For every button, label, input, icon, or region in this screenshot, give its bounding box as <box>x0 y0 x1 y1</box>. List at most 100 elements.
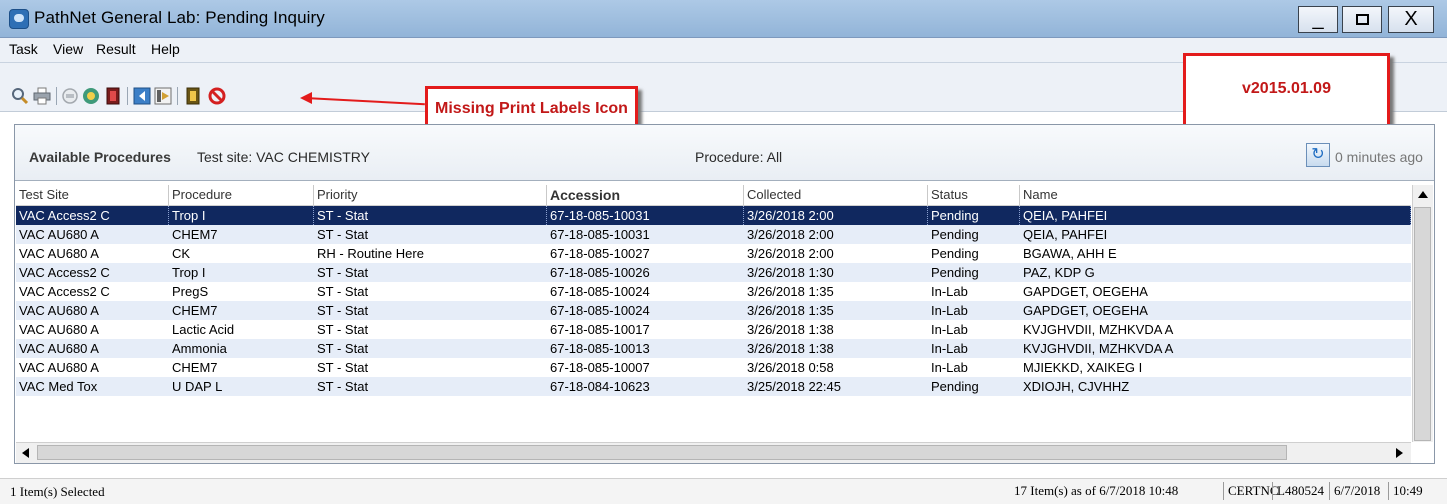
column-accession[interactable]: Accession <box>547 185 744 205</box>
cell-procedure: Trop I <box>172 265 206 280</box>
cell-name: PAZ, KDP G <box>1023 265 1095 280</box>
items-as-of: 17 Item(s) as of 6/7/2018 10:48 <box>1014 483 1179 498</box>
menu-help[interactable]: Help <box>151 41 180 57</box>
table-row[interactable]: VAC Access2 C PregS ST - Stat 67-18-085-100… <box>16 282 1411 301</box>
minimize-button[interactable]: _ <box>1298 6 1338 33</box>
user-id: L480524 <box>1272 482 1324 500</box>
table-row[interactable]: VAC AU680 A CHEM7 ST - Stat 67-18-085-10024… <box>16 301 1411 320</box>
cell-collected: 3/26/2018 2:00 <box>744 206 928 225</box>
version-callout: v2015.01.09 <box>1183 53 1390 131</box>
red-book-icon[interactable] <box>104 87 122 105</box>
scroll-up-icon[interactable] <box>1418 191 1428 198</box>
cell-test-site: VAC Access2 C <box>16 206 169 225</box>
cell-name: KVJGHVDII, MZHKVDA A <box>1023 322 1174 337</box>
cell-name: GAPDGET, OEGEHA <box>1023 303 1148 318</box>
table-row[interactable]: VAC AU680 A Lactic Acid ST - Stat 67-18-085… <box>16 320 1411 339</box>
environment-name: CERTNC <box>1223 482 1279 500</box>
cell-procedure: CHEM7 <box>172 360 218 375</box>
cell-collected: 3/26/2018 2:00 <box>747 246 834 261</box>
cell-accession: 67-18-085-10031 <box>550 227 650 242</box>
horizontal-scrollbar[interactable] <box>16 442 1411 463</box>
menu-result[interactable]: Result <box>96 41 136 57</box>
cell-priority: ST - Stat <box>317 284 369 299</box>
printer-icon[interactable] <box>33 87 51 105</box>
title-bar[interactable]: PathNet General Lab: Pending Inquiry _ X <box>0 0 1447 38</box>
procedures-table: Test Site Procedure Priority Accession C… <box>16 185 1411 442</box>
cell-priority: ST - Stat <box>317 379 369 394</box>
cell-priority: ST - Stat <box>317 360 369 375</box>
menu-view[interactable]: View <box>53 41 83 57</box>
vertical-scrollbar[interactable] <box>1412 185 1433 442</box>
panel-header: Available Procedures Test site: VAC CHEM… <box>15 125 1434 181</box>
cell-collected: 3/26/2018 2:00 <box>747 227 834 242</box>
cell-priority: RH - Routine Here <box>317 246 424 261</box>
table-row[interactable]: VAC Med Tox U DAP L ST - Stat 67-18-084-106… <box>16 377 1411 396</box>
horizontal-scroll-thumb[interactable] <box>37 445 1287 460</box>
cell-status: In-Lab <box>931 341 968 356</box>
table-row[interactable]: VAC Access2 C Trop I ST - Stat 67-18-085-10… <box>16 263 1411 282</box>
cell-status: Pending <box>931 227 979 242</box>
magnifier-icon[interactable] <box>11 87 29 105</box>
test-site-filter[interactable]: Test site: VAC CHEMISTRY <box>197 149 370 165</box>
cell-name: XDIOJH, CJVHHZ <box>1023 379 1130 394</box>
cell-priority: ST - Stat <box>317 303 369 318</box>
column-name[interactable]: Name <box>1020 185 1411 205</box>
table-row[interactable]: VAC AU680 A CK RH - Routine Here 67-18-085-… <box>16 244 1411 263</box>
table-row[interactable]: VAC Access2 C Trop I ST - Stat 67-18-085-10… <box>16 206 1411 225</box>
cell-test-site: VAC Access2 C <box>19 265 110 280</box>
cell-procedure: Ammonia <box>172 341 227 356</box>
cell-collected: 3/26/2018 1:38 <box>747 341 834 356</box>
cell-name: QEIA, PAHFEI <box>1020 206 1411 225</box>
column-status[interactable]: Status <box>928 185 1020 205</box>
cell-status: In-Lab <box>931 284 968 299</box>
available-procedures-label: Available Procedures <box>29 149 171 165</box>
status-date: 6/7/2018 <box>1329 482 1380 500</box>
query-icon[interactable] <box>82 87 100 105</box>
column-test-site[interactable]: Test Site <box>16 185 169 205</box>
close-button[interactable]: X <box>1388 6 1434 33</box>
column-collected[interactable]: Collected <box>744 185 928 205</box>
menu-task[interactable]: Task <box>9 41 38 57</box>
cell-priority: ST - Stat <box>314 206 547 225</box>
window-title: PathNet General Lab: Pending Inquiry <box>34 8 325 27</box>
cell-status: In-Lab <box>931 360 968 375</box>
refresh-button[interactable]: ↻ <box>1306 143 1330 167</box>
column-priority[interactable]: Priority <box>314 185 547 205</box>
callout-arrowhead <box>300 92 312 104</box>
table-row[interactable]: VAC AU680 A Ammonia ST - Stat 67-18-085-100… <box>16 339 1411 358</box>
cell-test-site: VAC AU680 A <box>19 303 99 318</box>
cell-name: MJIEKKD, XAIKEG I <box>1023 360 1143 375</box>
cell-accession: 67-18-085-10017 <box>550 322 650 337</box>
scroll-left-icon[interactable] <box>22 448 29 458</box>
cell-priority: ST - Stat <box>317 341 369 356</box>
cell-priority: ST - Stat <box>317 322 369 337</box>
toolbar-separator <box>56 87 57 105</box>
cell-status: Pending <box>931 246 979 261</box>
cell-status: In-Lab <box>931 303 968 318</box>
status-time: 10:49 <box>1388 482 1423 500</box>
cell-accession: 67-18-085-10007 <box>550 360 650 375</box>
toolbar-separator <box>177 87 178 105</box>
disabled-icon[interactable] <box>61 87 79 105</box>
cell-procedure: CK <box>172 246 191 261</box>
cell-procedure: U DAP L <box>172 379 223 394</box>
cancel-icon[interactable] <box>208 87 226 105</box>
cell-status: Pending <box>931 265 979 280</box>
cell-procedure: PregS <box>172 284 209 299</box>
blue-arrow-left-icon[interactable] <box>133 87 151 105</box>
cell-procedure: Lactic Acid <box>172 322 235 337</box>
status-bar: 1 Item(s) Selected 17 Item(s) as of 6/7/… <box>0 478 1447 504</box>
column-procedure[interactable]: Procedure <box>169 185 314 205</box>
arrow-right-icon[interactable] <box>154 87 172 105</box>
vertical-scroll-thumb[interactable] <box>1414 207 1431 441</box>
procedures-panel: Available Procedures Test site: VAC CHEM… <box>14 124 1435 464</box>
table-row[interactable]: VAC AU680 A CHEM7 ST - Stat 67-18-085-10031… <box>16 225 1411 244</box>
cell-collected: 3/26/2018 1:30 <box>747 265 834 280</box>
maximize-button[interactable] <box>1342 6 1382 33</box>
scroll-right-icon[interactable] <box>1396 448 1403 458</box>
procedure-filter[interactable]: Procedure: All <box>695 149 782 165</box>
cell-accession: 67-18-085-10024 <box>550 303 650 318</box>
yellow-book-icon[interactable] <box>184 87 202 105</box>
app-window: PathNet General Lab: Pending Inquiry _ X… <box>0 0 1447 504</box>
table-row[interactable]: VAC AU680 A CHEM7 ST - Stat 67-18-085-10007… <box>16 358 1411 377</box>
